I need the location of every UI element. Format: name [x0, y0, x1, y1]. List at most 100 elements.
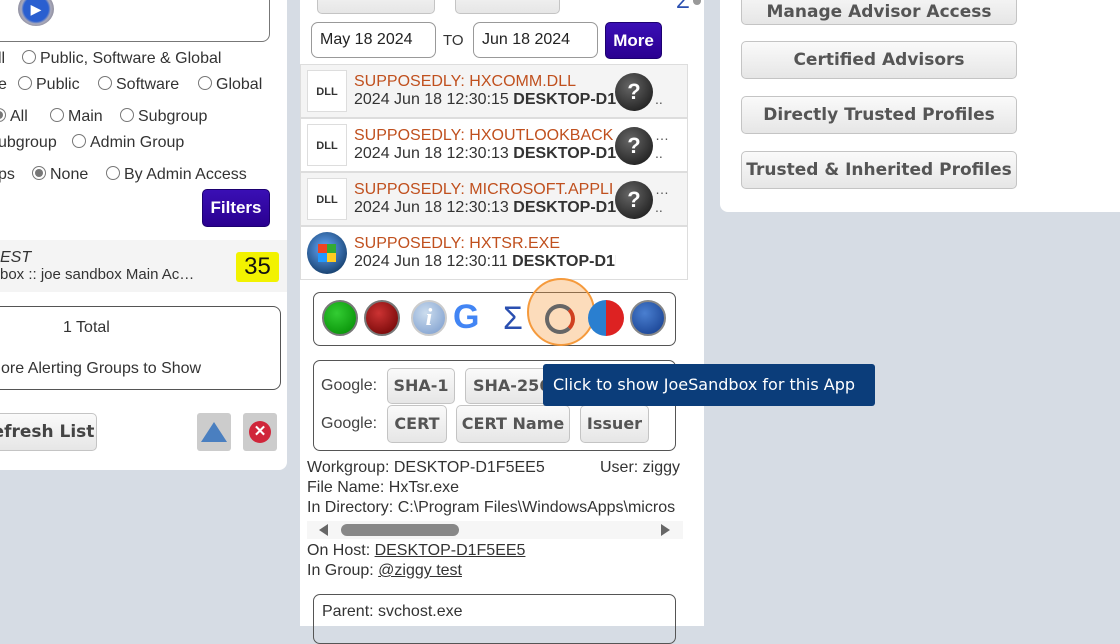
radio-button[interactable] [50, 108, 64, 122]
unknown-status-icon[interactable]: ? [615, 127, 653, 165]
google-label: Google: [321, 377, 378, 394]
refresh-icon[interactable] [588, 300, 624, 336]
advisor-button[interactable]: Manage Advisor Access [741, 0, 1017, 25]
open-folder-icon[interactable] [630, 300, 666, 336]
filter-option-label: ps [0, 166, 15, 183]
filter-option[interactable]: Subgroup [120, 108, 207, 126]
ellipsis: … [655, 181, 669, 197]
filter-option-label: ll [0, 50, 6, 67]
date-to-input[interactable]: Jun 18 2024 [473, 22, 598, 58]
scroll-right-arrow[interactable] [661, 524, 670, 536]
file-event-row[interactable]: SUPPOSEDLY: HXTSR.EXE 2024 Jun 18 12:30:… [300, 226, 688, 280]
event-host: DESKTOP-D1F [513, 199, 616, 216]
radio-button[interactable] [198, 76, 212, 90]
radio-button[interactable] [98, 76, 112, 90]
ellipsis: .. [655, 145, 663, 161]
radio-button[interactable] [0, 108, 6, 122]
unlock-icon[interactable] [322, 300, 358, 336]
close-button[interactable]: ✕ [243, 413, 277, 451]
radio-button[interactable] [120, 108, 134, 122]
alert-group-item[interactable]: EST box :: joe sandbox Main Ac… 35 [0, 240, 287, 292]
filter-option-label: Public, Software & Global [40, 50, 222, 67]
google-icon[interactable]: G [453, 298, 479, 337]
scroll-left-arrow[interactable] [319, 524, 328, 536]
filter-option-label: ubgroup [0, 134, 57, 151]
file-name: SUPPOSEDLY: HXTSR.EXE [354, 235, 560, 252]
event-details: 2024 Jun 18 12:30:13 DESKTOP-D1F [354, 145, 616, 163]
directory-text: In Directory: C:\Program Files\WindowsAp… [307, 499, 676, 516]
google-issuer-button[interactable]: Issuer [580, 405, 649, 443]
filter-option-label: Admin Group [90, 134, 185, 151]
radio-button[interactable] [22, 50, 36, 64]
total-count: 1 Total [63, 319, 110, 336]
radio-button[interactable] [106, 166, 120, 180]
ellipsis: … [655, 127, 669, 143]
google-cert-button[interactable]: CERT [387, 405, 447, 443]
filter-option-label: All [10, 108, 28, 125]
filter-option[interactable]: Public [18, 76, 80, 94]
filter-option: ps [0, 166, 15, 184]
unknown-status-icon[interactable]: ? [615, 181, 653, 219]
event-host: DESKTOP-D1F [513, 91, 616, 108]
horizontal-scrollbar[interactable] [307, 521, 683, 539]
top-button-1[interactable] [317, 0, 435, 14]
radio-button[interactable] [72, 134, 86, 148]
radio-button[interactable] [18, 76, 32, 90]
filter-option[interactable]: Main [50, 108, 103, 126]
event-time: 2024 Jun 18 12:30:13 [354, 199, 509, 216]
file-event-row[interactable]: DLL SUPPOSEDLY: MICROSOFT.APPLIC 2024 Jun… [300, 172, 688, 226]
info-icon[interactable]: i [411, 300, 447, 336]
more-button[interactable]: More [605, 22, 662, 59]
unknown-status-icon[interactable]: ? [615, 73, 653, 111]
file-event-row[interactable]: DLL SUPPOSEDLY: HXOUTLOOKBACKG 2024 Jun 1… [300, 118, 688, 172]
google-label: Google: [321, 415, 378, 432]
refresh-list-button[interactable]: efresh List [0, 413, 97, 451]
google-sha256-button[interactable]: SHA-256 [465, 368, 555, 404]
dll-file-icon: DLL [307, 70, 347, 112]
no-more-groups-text: ore Alerting Groups to Show [1, 360, 202, 377]
count-badge: 35 [236, 252, 279, 282]
filter-option-label: Global [216, 76, 263, 93]
filter-option[interactable]: By Admin Access [106, 166, 247, 184]
event-time: 2024 Jun 18 12:30:15 [354, 91, 509, 108]
top-button-2[interactable] [455, 0, 560, 14]
filter-option[interactable]: None [32, 166, 88, 184]
group-title: EST [0, 249, 32, 266]
filters-button[interactable]: Filters [202, 189, 270, 227]
radio-button[interactable] [32, 166, 46, 180]
filter-option[interactable]: All [0, 108, 28, 126]
advisor-button[interactable]: Certified Advisors [741, 41, 1017, 79]
scroll-thumb[interactable] [341, 524, 459, 536]
file-name: SUPPOSEDLY: MICROSOFT.APPLIC [354, 181, 614, 198]
file-name: SUPPOSEDLY: HXCOMM.DLL [354, 73, 576, 90]
filter-option-label: Subgroup [138, 108, 208, 125]
lock-icon[interactable] [364, 300, 400, 336]
windows-icon [307, 232, 347, 274]
filter-option-label: Public [36, 76, 80, 93]
filter-option[interactable]: Admin Group [72, 134, 184, 152]
summary-box: 1 Total ore Alerting Groups to Show [0, 306, 281, 390]
event-details: 2024 Jun 18 12:30:11 DESKTOP-D1F5EE5… [354, 253, 616, 271]
file-event-row[interactable]: DLL SUPPOSEDLY: HXCOMM.DLL 2024 Jun 18 12… [300, 64, 688, 118]
group-link[interactable]: @ziggy test [378, 562, 462, 579]
google-cert-name-button[interactable]: CERT Name [456, 405, 570, 443]
file-name: SUPPOSEDLY: HXOUTLOOKBACKG [354, 127, 614, 144]
date-from-input[interactable]: May 18 2024 [311, 22, 436, 58]
advisor-button[interactable]: Trusted & Inherited Profiles [741, 151, 1017, 189]
sigma-icon[interactable]: Σ [676, 0, 690, 14]
in-group-label: In Group: [307, 562, 379, 579]
filter-option[interactable]: Global [198, 76, 262, 94]
google-sha1-button[interactable]: SHA-1 [387, 368, 455, 404]
filter-option: ll [0, 50, 5, 68]
advisor-button[interactable]: Directly Trusted Profiles [741, 96, 1017, 134]
host-link[interactable]: DESKTOP-D1F5EE5 [375, 542, 526, 559]
filter-option[interactable]: Public, Software & Global [22, 50, 221, 68]
scroll-top-button[interactable] [197, 413, 231, 451]
filter-option[interactable]: Software [98, 76, 179, 94]
ellipsis: .. [655, 91, 663, 107]
file-name-text: File Name: HxTsr.exe [307, 479, 460, 496]
sigma-icon[interactable]: Σ [503, 300, 523, 337]
joesandbox-icon[interactable] [545, 304, 575, 334]
user-text: User: ziggy [600, 459, 681, 476]
triangle-up-icon [201, 422, 227, 442]
